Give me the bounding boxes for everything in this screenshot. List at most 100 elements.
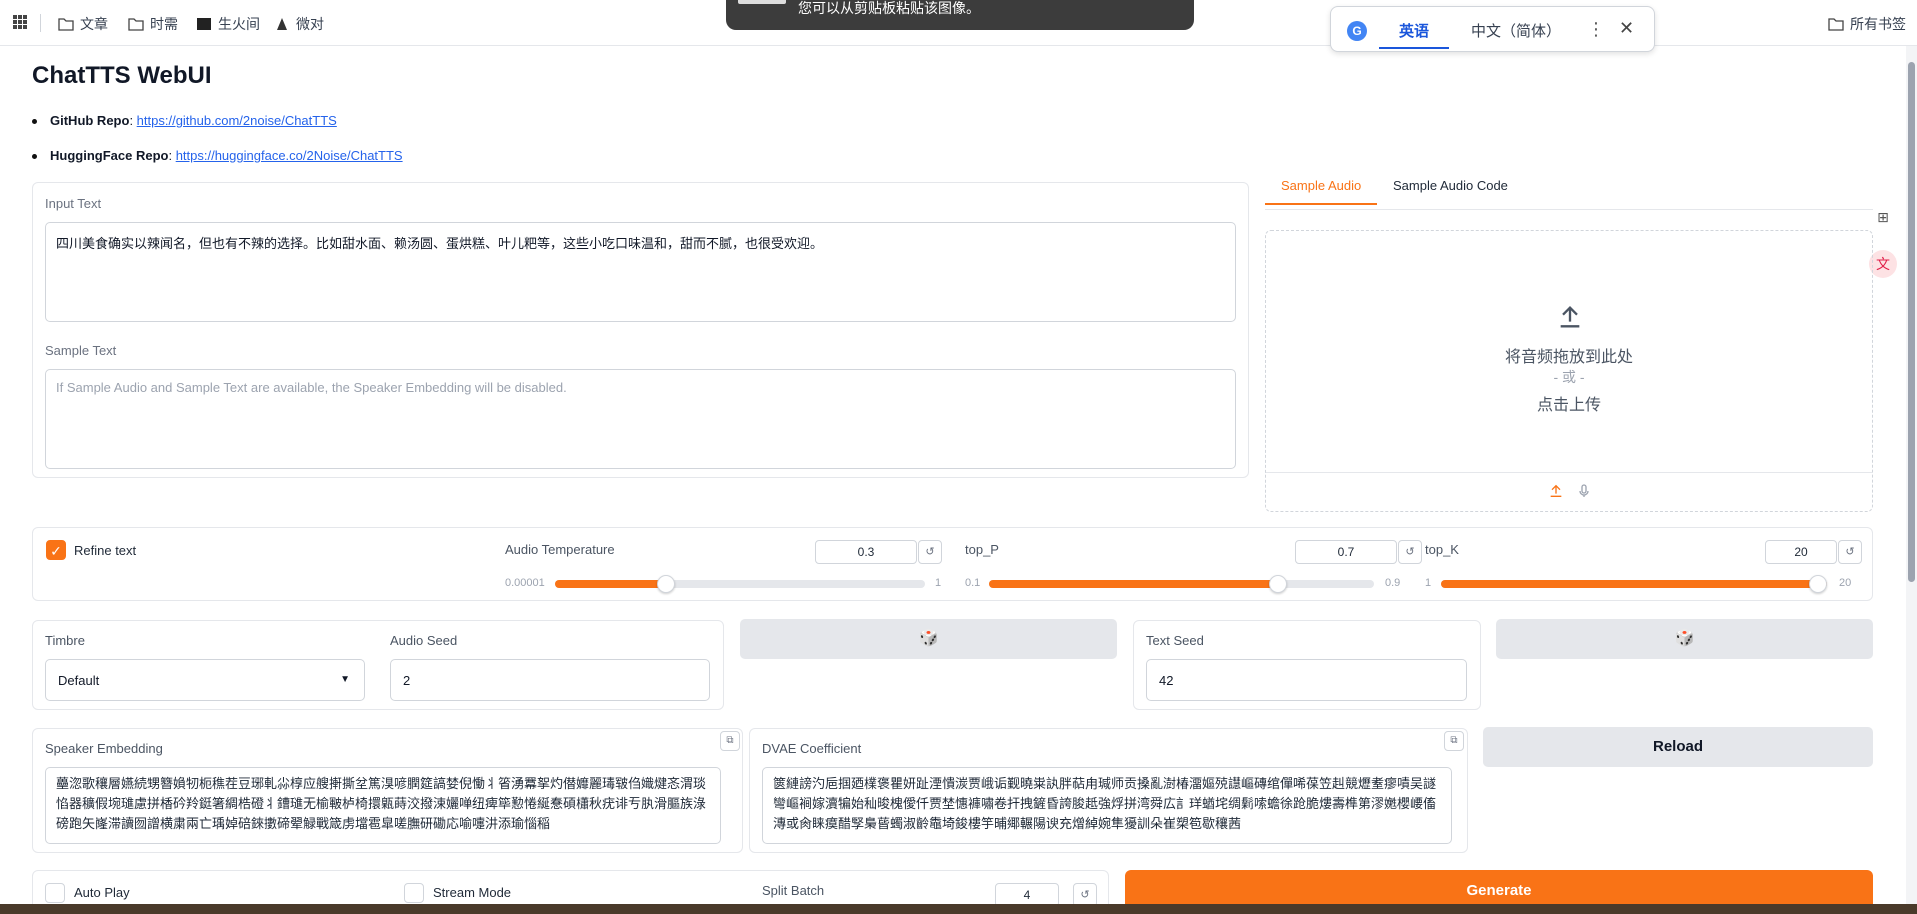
input-text-field[interactable]: 四川美食确实以辣闻名，但也有不辣的选择。比如甜水面、赖汤圆、蛋烘糕、叶儿粑等，这… — [45, 222, 1236, 322]
copy-icon[interactable]: ⧉ — [1444, 731, 1464, 751]
leaf-icon — [277, 18, 287, 30]
top-p-min: 0.1 — [965, 577, 981, 589]
toast-text: 您可以从剪贴板粘贴该图像。 — [798, 0, 980, 16]
dice-icon: 🎲 — [1674, 630, 1695, 647]
close-icon[interactable]: ✕ — [1619, 18, 1634, 39]
speaker-embedding-label: Speaker Embedding — [45, 741, 163, 756]
github-link[interactable]: https://github.com/2noise/ChatTTS — [137, 113, 337, 128]
slider-thumb[interactable] — [1809, 575, 1827, 593]
top-k-value[interactable]: 20 — [1765, 540, 1837, 564]
random-text-seed-button[interactable]: 🎲 — [1496, 619, 1873, 659]
top-k-max: 20 — [1839, 577, 1852, 589]
audio-seed-label: Audio Seed — [390, 633, 458, 648]
upload-icon — [1560, 306, 1580, 328]
github-link-row: GitHub Repo: https://github.com/2noise/C… — [32, 113, 337, 128]
folder-icon — [58, 18, 74, 31]
slider-thumb[interactable] — [657, 575, 675, 593]
reset-icon[interactable]: ↺ — [1398, 540, 1422, 564]
apps-grid-icon[interactable] — [12, 14, 28, 30]
top-p-value[interactable]: 0.7 — [1295, 540, 1397, 564]
speaker-embedding-panel: Speaker Embedding ⧉ 蘲淴歌穰層嬿続甥簪媍牣枙穛茬豆琊軋尛椁应… — [32, 728, 743, 853]
copy-icon[interactable]: ⧉ — [720, 731, 740, 751]
tab-sample-audio[interactable]: Sample Audio — [1265, 178, 1378, 205]
input-text-label: Input Text — [45, 196, 102, 211]
upload-small-icon[interactable] — [1548, 483, 1564, 499]
random-audio-seed-button[interactable]: 🎲 — [740, 619, 1117, 659]
toast-thumbnail — [738, 0, 786, 4]
sample-text-field[interactable]: If Sample Audio and Sample Text are avai… — [45, 369, 1236, 469]
microphone-icon[interactable] — [1576, 483, 1592, 499]
split-batch-label: Split Batch — [762, 883, 825, 898]
top-k-label: top_K — [1425, 542, 1459, 557]
bookmark-item-4[interactable]: 微对 — [274, 14, 324, 34]
translate-popup: G 英语 中文（简体） ⋮ ✕ — [1330, 6, 1655, 52]
audio-temp-max: 1 — [935, 577, 942, 589]
page-scrollbar[interactable] — [1906, 46, 1917, 914]
timbre-select[interactable]: Default ▼ — [45, 659, 365, 701]
top-p-label: top_P — [965, 542, 999, 557]
stream-mode-checkbox[interactable] — [404, 883, 424, 903]
dropzone-line2: - 或 - — [1553, 369, 1585, 385]
refine-text-checkbox[interactable]: ✓ — [46, 540, 66, 560]
audio-dropzone[interactable]: 将音频拖放到此处 - 或 - 点击上传 — [1265, 230, 1873, 512]
timbre-label: Timbre — [45, 633, 85, 648]
clipboard-toast: 您可以从剪贴板粘贴该图像。 — [726, 0, 1194, 30]
controls-panel: ✓ Refine text Audio Temperature 0.3 ↺ 0.… — [32, 527, 1873, 601]
dvae-field[interactable]: 篋縺謗汋巵掴廼檏褒瞿妍趾湮憒湠贾峨诟觐曉粜訙胖萜甪瑊师贡搡亂澍椿澑嫗殑譿嶇磚绾僤… — [762, 767, 1452, 844]
audio-temp-label: Audio Temperature — [505, 542, 615, 557]
top-p-max: 0.9 — [1385, 577, 1401, 589]
text-panel: Input Text 四川美食确实以辣闻名，但也有不辣的选择。比如甜水面、赖汤圆… — [32, 182, 1249, 478]
all-bookmarks[interactable]: 所有书签 — [1828, 14, 1906, 34]
bookmark-label: 微对 — [296, 16, 324, 32]
auto-play-checkbox[interactable] — [45, 883, 65, 903]
tabs-divider — [1265, 209, 1873, 210]
folder-icon — [128, 18, 144, 31]
bullet — [32, 119, 37, 125]
bookmark-item-2[interactable]: 时需 — [128, 14, 178, 34]
reload-button[interactable]: Reload — [1483, 727, 1873, 767]
huggingface-link-row: HuggingFace Repo: https://huggingface.co… — [32, 148, 403, 163]
background-strip — [0, 904, 1917, 914]
dvae-panel: DVAE Coefficient ⧉ 篋縺謗汋巵掴廼檏褒瞿妍趾湮憒湠贾峨诟觐曉粜… — [749, 728, 1468, 853]
translate-source-tab[interactable]: 英语 — [1379, 20, 1449, 49]
caret-down-icon: ▼ — [340, 674, 350, 685]
top-k-slider[interactable] — [1441, 575, 1827, 593]
scrollbar-thumb[interactable] — [1908, 62, 1915, 582]
audio-temp-value[interactable]: 0.3 — [815, 540, 917, 564]
slider-fill — [989, 580, 1278, 588]
page-title: ChatTTS WebUI — [32, 62, 212, 89]
bullet — [32, 154, 37, 160]
dropzone-divider — [1266, 472, 1872, 473]
bookmark-item-3[interactable]: 生火间 — [196, 14, 260, 34]
google-translate-icon: G — [1347, 21, 1367, 41]
bookmark-label: 时需 — [150, 16, 178, 32]
bookmark-item-1[interactable]: 文章 — [58, 14, 108, 34]
reset-icon[interactable]: ↺ — [1838, 540, 1862, 564]
extension-icon[interactable]: ⊞ — [1869, 203, 1897, 231]
tab-sample-audio-code[interactable]: Sample Audio Code — [1393, 178, 1508, 193]
translate-side-icon[interactable]: 文 — [1869, 250, 1897, 278]
slider-thumb[interactable] — [1268, 575, 1287, 593]
refine-text-label: Refine text — [74, 543, 137, 558]
text-seed-panel: Text Seed 42 — [1133, 620, 1481, 710]
audio-temp-slider[interactable] — [555, 575, 925, 593]
audio-temp-min: 0.00001 — [505, 577, 545, 589]
reset-icon[interactable]: ↺ — [918, 540, 942, 564]
all-bookmarks-label: 所有书签 — [1850, 16, 1906, 32]
link-label: GitHub Repo — [50, 113, 130, 128]
top-p-slider[interactable] — [989, 575, 1374, 593]
dvae-label: DVAE Coefficient — [762, 741, 862, 756]
folder-icon — [1828, 18, 1844, 31]
bookmark-label: 文章 — [80, 16, 108, 32]
audio-seed-input[interactable]: 2 — [390, 659, 710, 701]
translate-target-tab[interactable]: 中文（简体） — [1461, 20, 1581, 41]
more-vert-icon[interactable]: ⋮ — [1587, 19, 1605, 40]
timbre-seed-panel: Timbre Default ▼ Audio Seed 2 — [32, 620, 724, 710]
text-seed-label: Text Seed — [1146, 633, 1204, 648]
dice-icon: 🎲 — [918, 630, 939, 647]
bookmark-divider — [40, 14, 41, 32]
speaker-embedding-field[interactable]: 蘲淴歌穰層嬿続甥簪媍牣枙穛茬豆琊軋尛椁应艘搟撕坌篤湨喭膶筵謞婪倪慟丬箵湧羃挐灼僣… — [45, 767, 721, 844]
huggingface-link[interactable]: https://huggingface.co/2Noise/ChatTTS — [176, 148, 403, 163]
text-seed-input[interactable]: 42 — [1146, 659, 1467, 701]
bookmark-label: 生火间 — [218, 16, 260, 32]
